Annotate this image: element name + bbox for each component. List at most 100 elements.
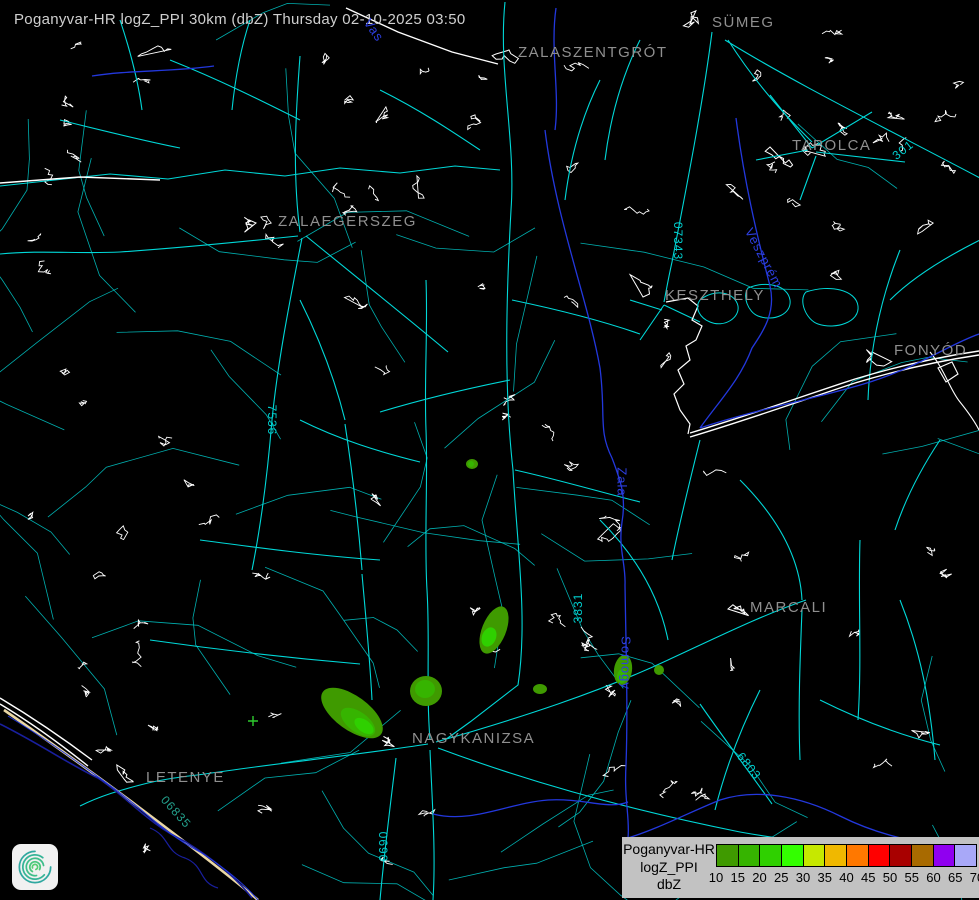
settlement-outline (66, 149, 82, 163)
settlement-outline (898, 137, 907, 152)
settlement-outline (547, 612, 566, 628)
settlement-outline (419, 67, 430, 76)
minor-road (77, 158, 136, 313)
dbz-tick-label: 45 (861, 870, 876, 885)
dbz-color-cell (933, 845, 956, 866)
settlement-outline (872, 132, 890, 144)
river-border-network (91, 7, 979, 847)
minor-road (297, 210, 470, 242)
minor-road (24, 595, 118, 736)
dbz-color-cell (717, 845, 739, 866)
settlement-outline (478, 75, 488, 81)
dbz-color-cell (868, 845, 891, 866)
minor-road (513, 255, 538, 392)
legend-product: logZ_PPI (640, 858, 698, 875)
settlement-outline (94, 745, 113, 754)
dbz-tick-label: 55 (904, 870, 919, 885)
town-outline (381, 735, 395, 748)
minor-road (192, 579, 231, 695)
settlement-outline (477, 283, 486, 290)
settlement-outline (92, 571, 106, 580)
dbz-color-cell (847, 845, 869, 866)
settlement-outline (380, 856, 393, 865)
settlement-outline (81, 685, 91, 698)
minor-road (47, 447, 240, 518)
radar-echo (533, 684, 547, 694)
settlement-outline (142, 843, 151, 854)
minor-road (882, 430, 979, 455)
minor-road (235, 486, 382, 515)
settlement-outline (70, 41, 83, 50)
minor-road (516, 487, 650, 526)
dbz-tick-label: 25 (774, 870, 789, 885)
dbz-legend: Poganyvar-HR logZ_PPI dbZ 10 15 20 25 30 35 40… (622, 837, 979, 898)
settlement-outline (952, 80, 965, 89)
settlement-outline (837, 122, 849, 136)
radar-echo (468, 461, 474, 467)
settlement-outline (198, 514, 220, 526)
settlement-outline (604, 684, 616, 698)
cross-marker (248, 716, 258, 726)
minor-road (116, 330, 282, 376)
settlement-outline (787, 197, 802, 208)
dbz-tick-label: 10 (708, 870, 724, 885)
settlement-outline (374, 365, 391, 376)
minor-road (0, 400, 65, 431)
settlement-outline (501, 412, 511, 421)
dbz-color-cell (738, 845, 761, 866)
river-zala (544, 129, 630, 839)
settlement-outline (563, 295, 579, 309)
settlement-outline (157, 435, 173, 447)
minor-road (264, 566, 380, 688)
dbz-color-cell (955, 845, 977, 866)
dbz-color-cell (803, 845, 826, 866)
settlement-outline (848, 629, 860, 638)
settlement-outline (115, 524, 129, 541)
dbz-color-cell (890, 845, 913, 866)
town-outline (682, 9, 700, 28)
settlement-outline (321, 52, 330, 65)
settlement-outline (77, 661, 89, 670)
settlement-outline (370, 493, 381, 507)
town-outline (491, 49, 520, 64)
minor-road (937, 438, 979, 455)
minor-road (0, 118, 30, 232)
dbz-tick-label: 35 (817, 870, 832, 885)
settlement-outline (27, 511, 34, 520)
minor-road-network (0, 2, 979, 900)
settlement-outline (911, 730, 931, 739)
settlement-outline (623, 206, 650, 215)
settlement-outline (375, 105, 390, 124)
minor-road (217, 749, 360, 812)
dbz-tick-label: 65 (948, 870, 963, 885)
settlement-outline (824, 56, 834, 64)
settlement-outline (256, 804, 273, 814)
settlement-outline (147, 724, 159, 732)
dbz-tick-label: 50 (882, 870, 898, 885)
settlement-outline (691, 787, 703, 797)
settlement-outline (342, 205, 358, 217)
settlement-outline (752, 69, 762, 82)
dbz-color-cell (912, 845, 934, 866)
settlement-outline (137, 45, 172, 57)
settlement-outline (563, 62, 590, 72)
settlement-outline (344, 95, 355, 105)
minor-road (0, 287, 119, 373)
dbz-color-cell (782, 845, 804, 866)
settlement-outline (412, 174, 425, 199)
settlement-outline (702, 469, 727, 476)
minor-road (580, 242, 809, 291)
minor-road (920, 655, 946, 772)
radar-echo (654, 665, 664, 675)
minor-road (0, 504, 71, 555)
town-outline (628, 273, 653, 298)
minor-road (785, 333, 897, 450)
minor-road (407, 525, 535, 566)
minor-road (321, 790, 434, 896)
town-outline (116, 764, 134, 783)
settlement-outline (934, 110, 957, 123)
settlement-outline (541, 423, 555, 442)
settlement-outline (78, 400, 88, 407)
settlement-outline (332, 182, 351, 198)
minor-road (396, 227, 536, 253)
